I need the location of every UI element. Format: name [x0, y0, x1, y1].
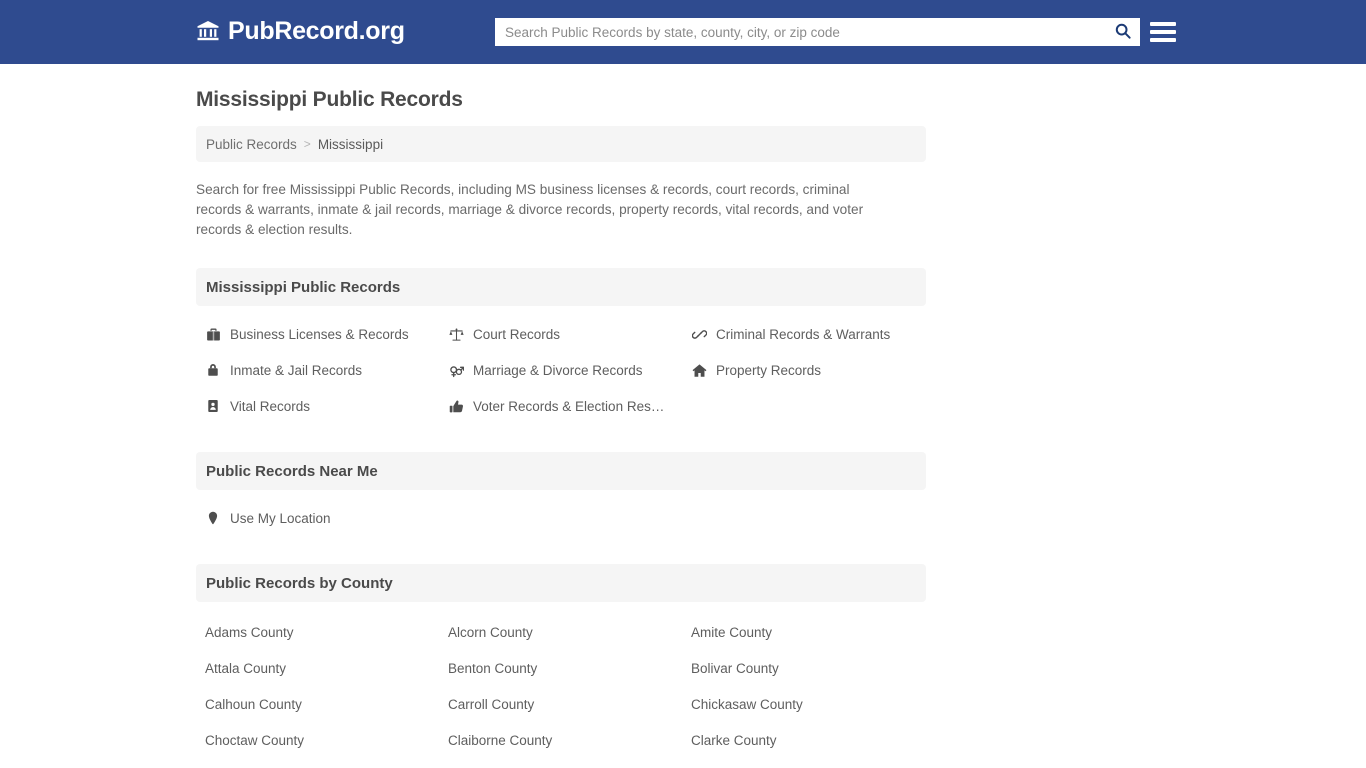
county-link[interactable]: Chickasaw County: [682, 686, 926, 722]
hamburger-menu-icon-bar-1: [1150, 22, 1176, 26]
hamburger-menu-icon-bar-3: [1150, 38, 1176, 42]
county-link[interactable]: Attala County: [196, 650, 439, 686]
record-link-label: Inmate & Jail Records: [230, 362, 363, 378]
breadcrumb-item-mississippi: Mississippi: [317, 136, 384, 152]
brand-logo-link[interactable]: PubRecord.org: [196, 17, 405, 45]
record-link-label: Vital Records: [230, 398, 311, 414]
record-link-criminal-records[interactable]: Criminal Records & Warrants: [682, 316, 926, 352]
briefcase-icon: [205, 326, 221, 342]
venus-mars-icon: [448, 362, 464, 378]
county-link[interactable]: Alcorn County: [439, 614, 682, 650]
use-my-location-link[interactable]: Use My Location: [196, 500, 439, 536]
lock-icon: [205, 362, 221, 378]
page-title: Mississippi Public Records: [196, 88, 463, 111]
search-button[interactable]: [1112, 21, 1134, 43]
record-link-inmate-jail-records[interactable]: Inmate & Jail Records: [196, 352, 439, 388]
search-bar: [495, 18, 1140, 46]
breadcrumb-separator-icon: >: [303, 137, 311, 151]
county-link[interactable]: Bolivar County: [682, 650, 926, 686]
record-link-label: Criminal Records & Warrants: [716, 326, 891, 342]
breadcrumb: Public Records > Mississippi: [196, 126, 926, 162]
handcuffs-icon: [691, 326, 707, 342]
county-link[interactable]: Claiborne County: [439, 722, 682, 758]
id-card-icon: [205, 398, 221, 414]
record-link-voter-records[interactable]: Voter Records & Election Res…: [439, 388, 682, 424]
hamburger-menu-button[interactable]: [1150, 18, 1176, 46]
county-link[interactable]: Choctaw County: [196, 722, 439, 758]
county-section: Public Records by County Adams County Al…: [196, 564, 926, 768]
record-link-label: Property Records: [716, 362, 822, 378]
record-link-vital-records[interactable]: Vital Records: [196, 388, 439, 424]
records-link-grid: Business Licenses & Records Court Record…: [196, 306, 926, 424]
record-link-label: Court Records: [473, 326, 561, 342]
balance-scale-icon: [448, 326, 464, 342]
near-me-section-heading: Public Records Near Me: [196, 452, 926, 490]
map-marker-icon: [205, 510, 221, 526]
thumbs-up-icon: [448, 398, 464, 414]
breadcrumb-item-public-records[interactable]: Public Records: [206, 137, 297, 152]
brand-name: PubRecord.org: [228, 17, 405, 45]
county-link[interactable]: Benton County: [439, 650, 682, 686]
records-section-heading: Mississippi Public Records: [196, 268, 926, 306]
record-link-label: Voter Records & Election Res…: [473, 398, 665, 414]
county-link[interactable]: Carroll County: [439, 686, 682, 722]
county-section-heading: Public Records by County: [196, 564, 926, 602]
record-link-label: Marriage & Divorce Records: [473, 362, 643, 378]
record-link-label: Business Licenses & Records: [230, 326, 409, 342]
county-link[interactable]: Clarke County: [682, 722, 926, 758]
record-link-business-licenses[interactable]: Business Licenses & Records: [196, 316, 439, 352]
county-link[interactable]: Amite County: [682, 614, 926, 650]
record-link-property-records[interactable]: Property Records: [682, 352, 926, 388]
county-link[interactable]: Calhoun County: [196, 686, 439, 722]
county-link[interactable]: Adams County: [196, 614, 439, 650]
near-me-section: Public Records Near Me Use My Location: [196, 452, 926, 536]
county-link[interactable]: Coahoma County: [439, 758, 682, 768]
page-intro-text: Search for free Mississippi Public Recor…: [196, 182, 864, 237]
record-link-marriage-divorce-records[interactable]: Marriage & Divorce Records: [439, 352, 682, 388]
home-icon: [691, 362, 707, 378]
county-link[interactable]: Clay County: [196, 758, 439, 768]
bank-icon: [196, 19, 220, 43]
site-header: PubRecord.org: [0, 0, 1366, 64]
main-content: Mississippi Public Records Public Record…: [196, 64, 926, 768]
records-section: Mississippi Public Records Business Lice…: [196, 268, 926, 424]
search-icon: [1114, 22, 1132, 43]
use-my-location-label: Use My Location: [230, 510, 331, 526]
hamburger-menu-icon-bar-2: [1150, 30, 1176, 34]
near-me-link-grid: Use My Location: [196, 490, 926, 536]
county-link-grid: Adams County Alcorn County Amite County …: [196, 602, 926, 768]
county-link[interactable]: Copiah County: [682, 758, 926, 768]
record-link-court-records[interactable]: Court Records: [439, 316, 682, 352]
search-input[interactable]: [505, 18, 1112, 46]
